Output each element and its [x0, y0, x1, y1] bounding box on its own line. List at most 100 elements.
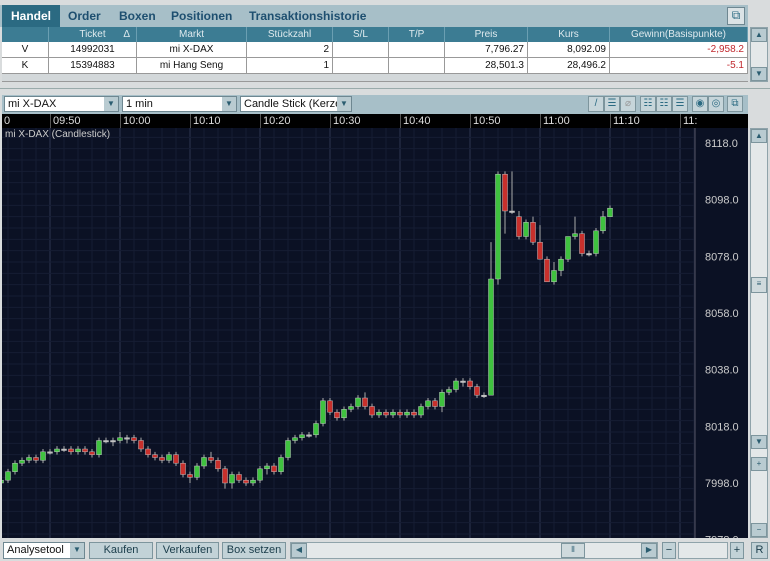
candle-body [383, 411, 389, 416]
candle-body [264, 465, 270, 470]
cell-sl [333, 58, 389, 73]
detach-chart-icon[interactable]: ⧉ [727, 96, 743, 112]
candle-body [96, 440, 102, 455]
chart-toolbar: mi X-DAX ▼ 1 min ▼ Candle Stick (Kerze ▼ / … [2, 95, 748, 114]
zoom-in-icon[interactable]: + [751, 457, 767, 471]
candle-body [481, 394, 487, 397]
analysis-tool-select[interactable]: Analysetool ▼ [3, 542, 85, 559]
panel-divider[interactable] [0, 88, 770, 89]
price-tick-label: 7998.0 [705, 478, 739, 490]
candle-body [208, 457, 214, 461]
sell-button[interactable]: Verkaufen [156, 542, 219, 559]
buy-button[interactable]: Kaufen [89, 542, 153, 559]
table-row[interactable]: V 14992031 mi X-DAX 2 7,796.27 8,092.09 … [2, 42, 748, 58]
candle-body [229, 474, 235, 484]
scroll-thumb[interactable]: ≡ [751, 277, 767, 293]
scroll-right-icon[interactable]: ▶ [641, 543, 657, 558]
col-kurs[interactable]: Kurs [528, 27, 610, 42]
candle-body [173, 454, 179, 464]
candle-body [600, 216, 606, 232]
candle-body [82, 448, 88, 453]
price-tick-label: 8038.0 [705, 365, 739, 377]
candle-body [544, 258, 550, 283]
time-axis: 0 09:50 10:00 10:10 10:20 10:30 10:40 10:50 11:0… [2, 114, 748, 128]
candle-body [334, 411, 340, 419]
candle-body [5, 471, 11, 481]
candle-body [572, 233, 578, 237]
tab-handel[interactable]: Handel [2, 5, 61, 27]
zoom-icon[interactable]: ◉ [692, 96, 708, 112]
set-box-button[interactable]: Box setzen [222, 542, 286, 559]
zoom-slider[interactable] [678, 542, 728, 559]
zoom-in-button[interactable]: + [730, 542, 744, 559]
tab-positionen[interactable]: Positionen [162, 5, 241, 27]
candle-body [495, 173, 501, 280]
detach-window-icon[interactable]: ⧉ [727, 7, 745, 25]
candle-body [131, 437, 137, 441]
price-tick-label: 8118.0 [705, 138, 738, 150]
candle-body [194, 465, 200, 478]
chart-scrollbar[interactable]: ▲ ≡ ▼ + − [750, 128, 768, 538]
col-preis[interactable]: Preis [445, 27, 528, 42]
candle-body [159, 457, 165, 461]
candle-body [306, 434, 312, 437]
candle-body [138, 440, 144, 450]
time-tick-label: 10:30 [330, 114, 361, 128]
scroll-left-icon[interactable]: ◀ [291, 543, 307, 558]
cell-qty: 2 [247, 42, 333, 57]
candle-body [397, 411, 403, 416]
candle-body [75, 448, 81, 453]
candle-body [187, 474, 193, 478]
instrument-select[interactable]: mi X-DAX ▼ [4, 96, 119, 112]
grid-lines-icon[interactable]: ☰ [672, 96, 688, 112]
scroll-down-icon[interactable]: ▼ [751, 67, 767, 81]
tab-order[interactable]: Order [59, 5, 110, 27]
scroll-up-icon[interactable]: ▲ [751, 28, 767, 42]
candle-body [110, 440, 116, 443]
col-gewinn[interactable]: Gewinn(Basispunkte) [610, 27, 748, 42]
zoom-out-button[interactable]: − [662, 542, 676, 559]
candle-body [12, 462, 18, 472]
zoom-out-icon[interactable]: − [751, 523, 767, 537]
grid-icon[interactable]: ☷ [640, 96, 656, 112]
col-sl[interactable]: S/L [333, 27, 389, 42]
grid-dense-icon[interactable]: ☷ [656, 96, 672, 112]
scroll-down-icon[interactable]: ▼ [751, 435, 767, 449]
candle-body [180, 462, 186, 475]
scroll-up-icon[interactable]: ▲ [751, 129, 767, 143]
col-ticket[interactable]: Ticket Δ [49, 27, 137, 42]
candle-body [453, 380, 459, 390]
tab-transaktionshistorie[interactable]: Transaktionshistorie [240, 5, 375, 27]
reset-button[interactable]: R [751, 542, 768, 559]
delete-drawing-icon[interactable]: ⌀ [620, 96, 636, 112]
col-markt[interactable]: Markt [137, 27, 247, 42]
scroll-thumb[interactable]: ⦀ [561, 543, 585, 558]
col-stueckzahl[interactable]: Stückzahl [247, 27, 333, 42]
chevron-down-icon: ▼ [222, 97, 236, 111]
table-scrollbar[interactable]: ▲ ▼ [750, 27, 768, 82]
candle-body [418, 406, 424, 416]
col-type[interactable] [2, 27, 49, 42]
candle-body [215, 460, 221, 470]
tab-bar: Handel Order Boxen Positionen Transaktio… [0, 5, 748, 27]
candle-body [292, 437, 298, 441]
candle-body [89, 451, 95, 455]
chart-area[interactable]: 8118.0 8098.0 8078.0 8058.0 8038.0 8018.0 7998… [0, 125, 748, 547]
table-row[interactable]: K 15394883 mi Hang Seng 1 28,501.3 28,49… [2, 58, 748, 74]
interval-select[interactable]: 1 min ▼ [122, 96, 237, 112]
horizontal-line-icon[interactable]: ☰ [604, 96, 620, 112]
col-ticket-label: Ticket [79, 29, 106, 40]
horizontal-scrollbar[interactable]: ◀ ⦀ ▶ [290, 542, 658, 559]
candle-body [439, 392, 445, 407]
candle-body [509, 210, 515, 213]
candle-body [390, 411, 396, 416]
color-theme-icon[interactable]: ◎ [708, 96, 724, 112]
price-tick-label: 7978.0 [705, 535, 739, 538]
tab-boxen[interactable]: Boxen [110, 5, 165, 27]
col-tp[interactable]: T/P [389, 27, 445, 42]
candle-body [446, 389, 452, 393]
time-tick-label: 10:40 [400, 114, 431, 128]
chart-type-select[interactable]: Candle Stick (Kerze ▼ [240, 96, 352, 112]
candle-body [0, 479, 4, 484]
draw-line-icon[interactable]: / [588, 96, 604, 112]
